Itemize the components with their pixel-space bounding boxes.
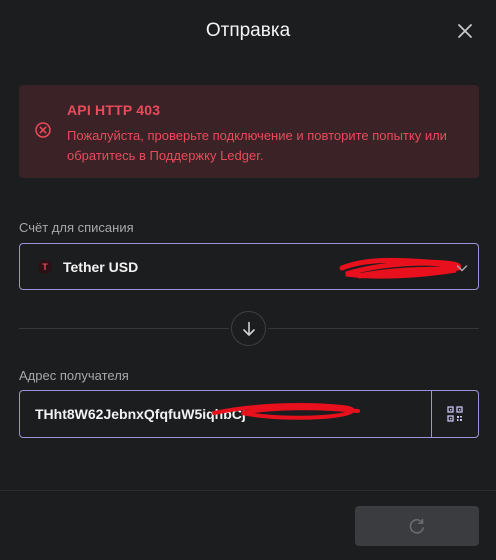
recipient-label: Адрес получателя — [19, 368, 129, 383]
redaction-scribble — [339, 257, 462, 279]
close-button[interactable] — [456, 22, 474, 40]
recipient-address-field[interactable]: THht8W62JebnxQfqfuW5iqhbCj — [19, 390, 479, 438]
error-message: Пожалуйста, проверьте подключение и повт… — [67, 128, 447, 163]
tether-icon: T — [38, 260, 52, 274]
divider — [19, 328, 229, 329]
account-name: Tether USD — [63, 259, 139, 275]
account-select[interactable]: T Tether USD — [19, 243, 479, 290]
modal-title: Отправка — [205, 20, 291, 41]
error-banner: API HTTP 403 Пожалуйста, проверьте подкл… — [19, 85, 479, 178]
divider — [268, 328, 479, 329]
modal-header: Отправка — [0, 0, 496, 62]
error-circle-icon — [35, 122, 51, 138]
redaction-scribble — [212, 403, 360, 420]
continue-button[interactable] — [355, 506, 479, 546]
error-title: API HTTP 403 — [67, 102, 161, 118]
chevron-down-icon — [456, 265, 468, 272]
scan-qr-button[interactable] — [432, 391, 478, 437]
close-icon — [458, 24, 472, 38]
footer-divider — [0, 490, 496, 491]
account-label: Счёт для списания — [19, 220, 134, 235]
spinner-icon — [409, 518, 424, 534]
arrow-down-icon — [243, 321, 255, 336]
qr-code-icon — [447, 406, 463, 422]
swap-direction-button[interactable] — [231, 311, 266, 346]
